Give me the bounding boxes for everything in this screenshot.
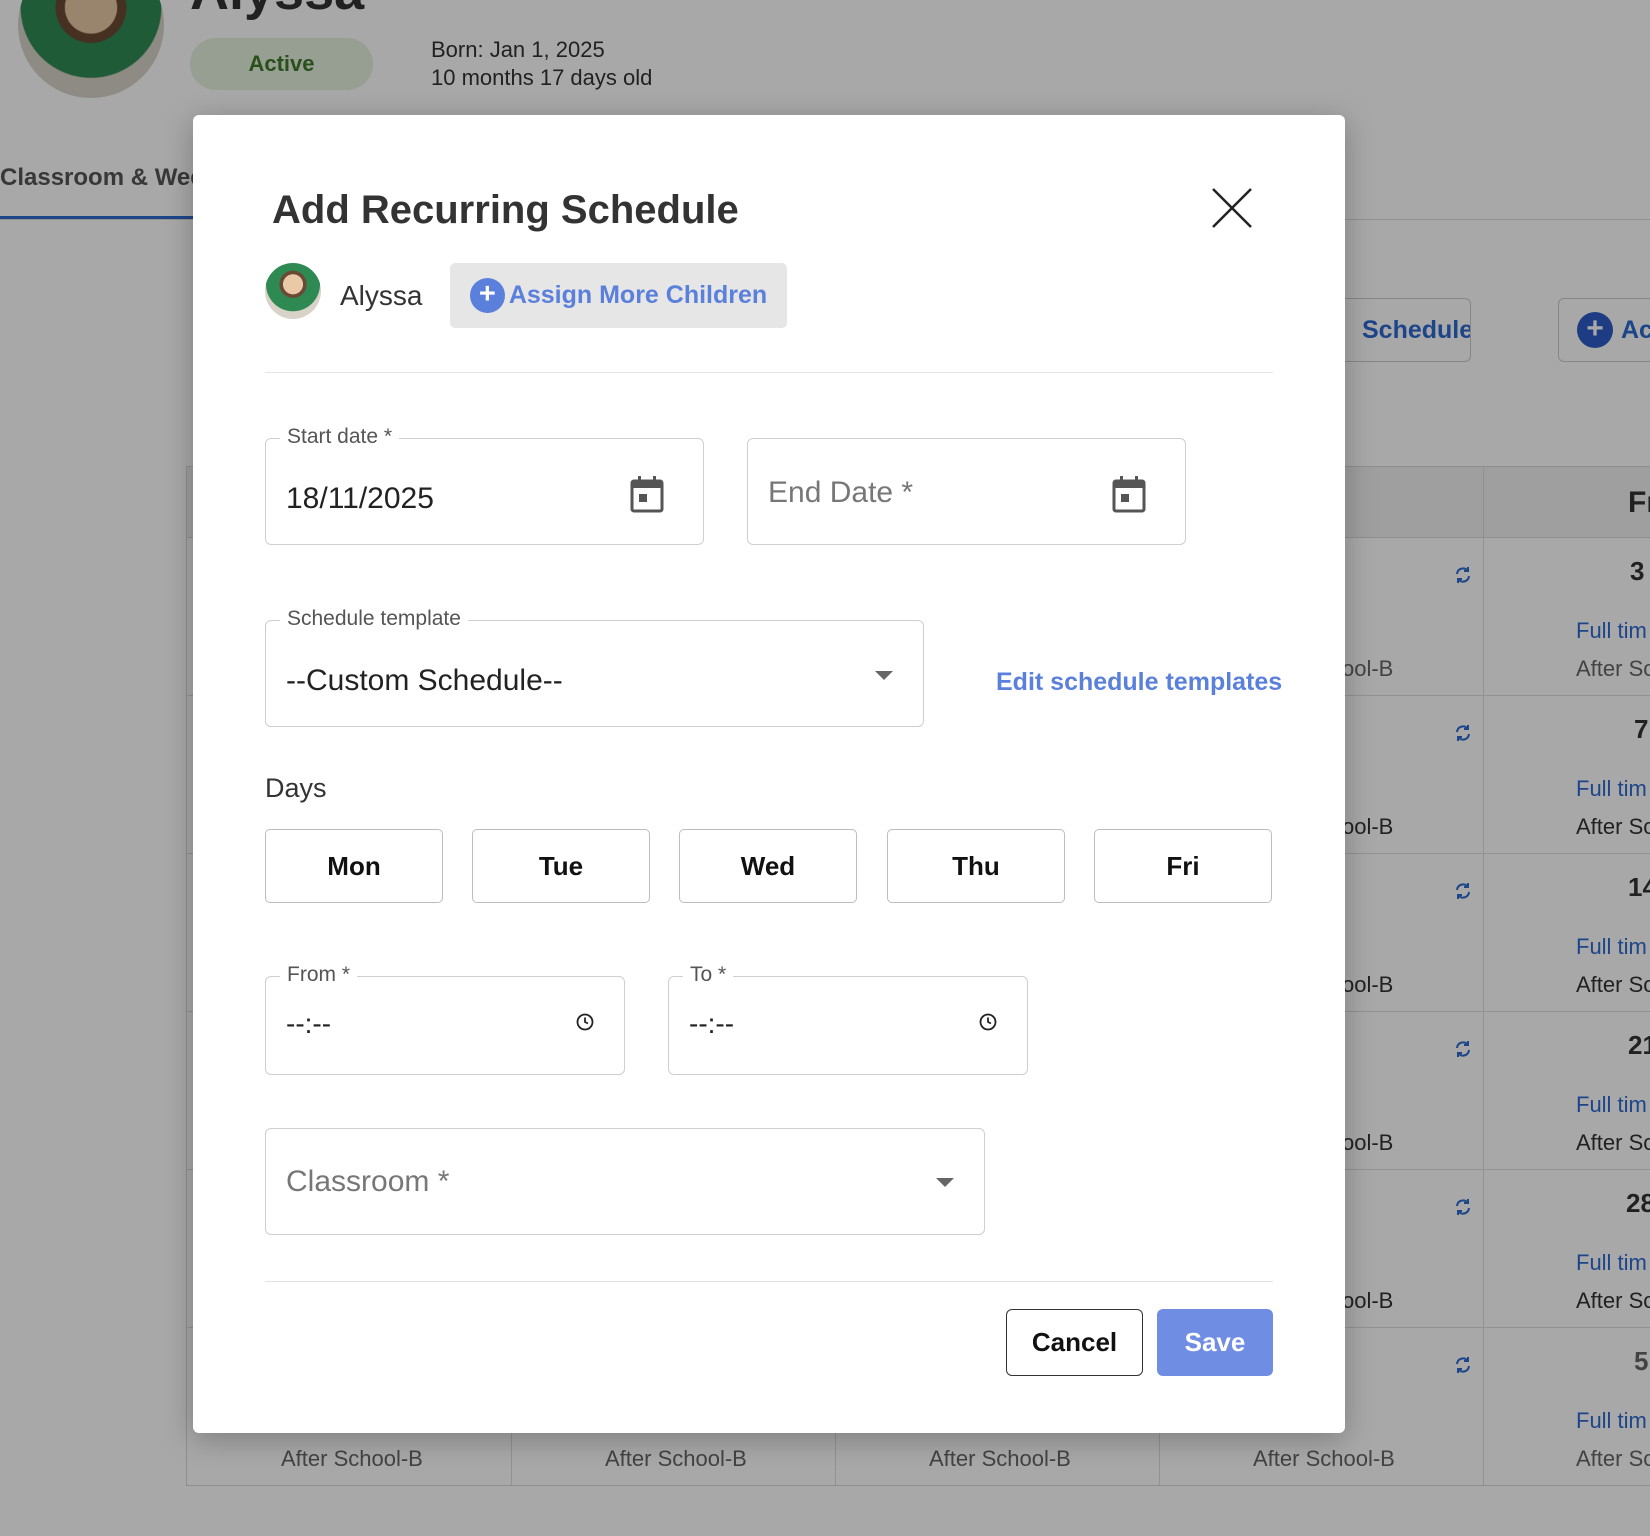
end-date-field[interactable]: End Date * [747,438,1186,545]
calendar-icon[interactable] [630,475,664,513]
to-time-value: --:-- [689,1008,735,1039]
chevron-down-icon [936,1178,954,1187]
assigned-child-name: Alyssa [340,280,423,311]
close-icon[interactable] [1210,186,1254,230]
dialog-title: Add Recurring Schedule [272,188,739,232]
assign-more-children-label: Assign More Children [508,281,768,309]
schedule-template-select[interactable]: Schedule template --Custom Schedule-- [265,607,924,727]
clock-icon[interactable] [576,1013,594,1031]
start-date-field[interactable]: Start date * 18/11/2025 [265,425,704,545]
day-toggle-mon[interactable]: Mon [265,829,443,903]
to-time-input[interactable]: To * --:-- [668,963,1028,1075]
plus-circle-icon: + [469,278,505,313]
start-date-value: 18/11/2025 [286,482,434,515]
day-toggle-wed[interactable]: Wed [679,829,857,903]
day-toggle-tue[interactable]: Tue [472,829,650,903]
from-time-value: --:-- [286,1008,332,1039]
day-toggle-thu[interactable]: Thu [887,829,1065,903]
classroom-placeholder: Classroom * [286,1165,450,1198]
to-time-label: To * [683,963,734,987]
cancel-button[interactable]: Cancel [1006,1309,1143,1376]
assign-more-children-button[interactable]: + Assign More Children [450,263,787,328]
days-label: Days [265,773,327,803]
from-time-input[interactable]: From * --:-- [265,963,625,1075]
from-time-label: From * [280,963,357,987]
footer-divider [265,1281,1273,1282]
start-date-label: Start date * [280,425,400,449]
end-date-placeholder: End Date * [768,476,914,509]
chevron-down-icon [875,671,893,680]
section-divider [265,372,1273,373]
edit-schedule-templates-link[interactable]: Edit schedule templates [996,668,1282,697]
calendar-icon[interactable] [1112,475,1146,513]
save-button[interactable]: Save [1157,1309,1273,1376]
classroom-select[interactable]: Classroom * [265,1128,985,1235]
schedule-template-label: Schedule template [280,607,468,631]
child-avatar [265,263,321,319]
schedule-template-value: --Custom Schedule-- [286,664,563,697]
add-recurring-schedule-dialog: Add Recurring Schedule Alyssa + Assign M… [193,115,1345,1433]
clock-icon[interactable] [979,1013,997,1031]
day-toggle-fri[interactable]: Fri [1094,829,1272,903]
